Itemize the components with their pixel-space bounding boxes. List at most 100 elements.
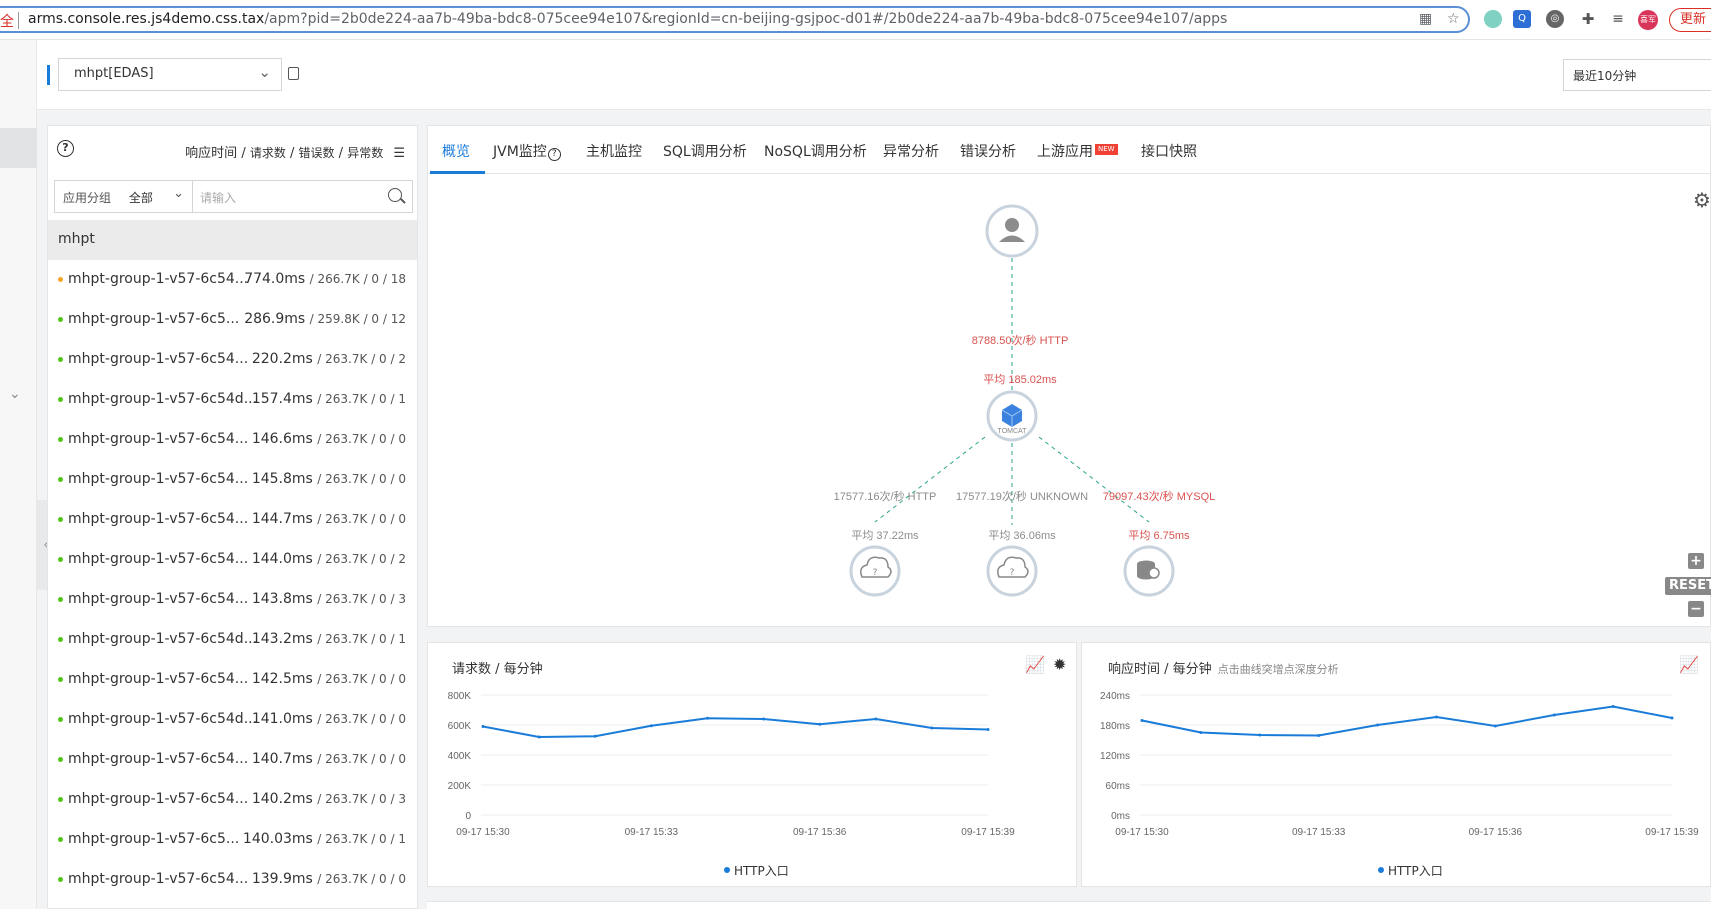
tab-overview[interactable]: 概览 [442,141,470,161]
extension-search-icon[interactable]: Q [1513,10,1531,28]
app-name: mhpt-group-1-v57-6c54... [68,871,249,887]
data-point [1670,716,1674,720]
app-selector[interactable]: mhpt[EDAS] ⌄ [58,58,282,91]
tab-errors[interactable]: 错误分析 [960,141,1016,161]
sidebar-active-item[interactable] [0,128,37,168]
app-name: mhpt-group-1-v57-6c54d... [68,711,258,727]
status-dot [58,757,63,762]
data-point [537,735,541,739]
requests-line-chart[interactable]: 800K 600K 400K 200K 0 09-17 15:30 09-17 15:33 0… [428,643,1078,888]
app-group-header[interactable]: mhpt [48,220,417,260]
app-name: mhpt-group-1-v57-6c54d... [68,631,258,647]
group-filter-label: 应用分组 [63,191,112,205]
y-tick-label: 120ms [1100,751,1130,762]
data-point [930,726,934,730]
data-point [818,722,822,726]
list-item[interactable]: mhpt-group-1-v57-6c54... 143.8ms / 263.7K… [48,580,417,620]
requests-chart-panel: 请求数 / 每分钟 📈 ✹ 800K 600K 400K 200K 0 09-17 15:… [427,642,1077,887]
y-tick-label: 600K [448,721,472,732]
x-tick-label: 09-17 15:39 [961,827,1015,838]
copy-icon[interactable] [288,67,299,80]
list-item[interactable]: mhpt-group-1-v57-6c54... 142.5ms / 263.7K… [48,660,417,700]
tab-snapshot[interactable]: 接口快照 [1141,141,1197,161]
url-field[interactable]: 全 arms.console.res.js4demo.css.tax/apm?p… [0,6,1470,33]
profile-avatar[interactable]: 喜军 [1638,10,1658,30]
list-item[interactable]: mhpt-group-1-v57-6c54... 144.7ms / 263.7K… [48,500,417,540]
zoom-in-button[interactable]: + [1688,553,1704,569]
sort-requests[interactable]: 请求数 [250,146,286,160]
group-filter-select[interactable]: 应用分组 全部 ⌄ [55,181,193,212]
list-item[interactable]: mhpt-group-1-v57-6c54... 140.2ms / 263.7K… [48,780,417,820]
url-text[interactable]: arms.console.res.js4demo.css.tax/apm?pid… [28,11,1227,27]
list-item[interactable]: mhpt-group-1-v57-6c5... 286.9ms / 259.8K … [48,300,417,340]
chart-legend[interactable]: HTTP入口 [724,862,789,879]
chevron-down-icon[interactable]: ⌄ [9,386,21,402]
list-item[interactable]: mhpt-group-1-v57-6c54... 140.7ms / 263.7K… [48,740,417,780]
time-range-selector[interactable]: 最近10分钟 [1563,59,1711,91]
sort-list-icon[interactable]: ☰ [393,146,405,161]
help-icon: ? [547,148,561,161]
sort-response-time[interactable]: 响应时间 [185,146,237,161]
status-dot [58,877,63,882]
data-point [1493,724,1497,728]
status-dot [58,437,63,442]
y-tick-label: 400K [448,751,472,762]
app-name: mhpt-group-1-v57-6c54... [68,671,249,687]
tab-host[interactable]: 主机监控 [586,141,642,161]
user-node[interactable] [985,204,1039,258]
list-item[interactable]: mhpt-group-1-v57-6c54d... 143.2ms / 263.7… [48,620,417,660]
tab-jvm[interactable]: JVM监控? [493,141,561,161]
edge-http-avg: 平均 37.22ms [851,529,919,542]
reset-button[interactable]: RESET [1665,577,1711,595]
list-item[interactable]: mhpt-group-1-v57-6c54d... 141.0ms / 263.7… [48,700,417,740]
status-dot [58,317,63,322]
y-tick-label: 60ms [1106,781,1130,792]
tomcat-node[interactable]: TOMCAT [986,390,1038,442]
search-input[interactable]: 请输入 [200,189,236,206]
tab-exceptions[interactable]: 异常分析 [883,141,939,161]
extension-circle-icon[interactable] [1484,10,1502,28]
help-icon[interactable]: ? [57,140,74,157]
mysql-downstream-node[interactable] [1123,545,1175,597]
response-time-line-chart[interactable]: 240ms 180ms 120ms 60ms 0ms 09-17 15:30 09-17 1… [1082,643,1711,888]
list-item[interactable]: mhpt-group-1-v57-6c54d... 157.4ms / 263.7… [48,380,417,420]
app-metrics: 144.0ms / 263.7K / 0 / 2 [251,551,406,567]
gear-icon[interactable]: ⚙ [1693,188,1711,212]
chevron-down-icon: ⌄ [173,186,184,201]
app-metrics: 143.2ms / 263.7K / 0 / 1 [251,631,406,647]
list-item[interactable]: mhpt-group-1-v57-6c54... 774.0ms / 266.7K… [48,260,417,300]
sort-errors[interactable]: 错误数 [299,146,335,160]
series-line [1141,705,1673,737]
tab-upstream[interactable]: 上游应用 NEW [1037,141,1118,161]
list-item[interactable]: mhpt-group-1-v57-6c54... 145.8ms / 263.7K… [48,460,417,500]
extensions-puzzle-icon[interactable]: ✚ [1579,10,1597,28]
app-name: mhpt-group-1-v57-6c54... [68,351,249,367]
sort-exceptions[interactable]: 异常数 [347,146,383,160]
tab-sql[interactable]: SQL调用分析 [663,141,747,161]
bookmark-star-icon[interactable]: ☆ [1447,11,1460,27]
app-metrics: 140.2ms / 263.7K / 0 / 3 [251,791,406,807]
unknown-downstream-node[interactable]: ? [986,545,1038,597]
x-tick-label: 09-17 15:36 [1469,827,1523,838]
list-item[interactable]: mhpt-group-1-v57-6c54... 220.2ms / 263.7K… [48,340,417,380]
app-metrics: 220.2ms / 263.7K / 0 / 2 [251,351,406,367]
metrics-sort-header[interactable]: 响应时间 / 请求数 / 错误数 / 异常数 ☰ [185,142,405,161]
tab-nosql[interactable]: NoSQL调用分析 [764,141,867,161]
http-downstream-node[interactable]: ? [849,545,901,597]
list-item[interactable]: mhpt-group-1-v57-6c54... 144.0ms / 263.7K… [48,540,417,580]
list-item[interactable]: mhpt-group-1-v57-6c54... 139.9ms / 263.7K… [48,860,417,900]
extension-globe-icon[interactable]: ◎ [1546,10,1564,28]
qr-code-icon[interactable]: ▦ [1419,11,1432,27]
list-item[interactable]: mhpt-group-1-v57-6c5... 140.03ms / 263.7K… [48,820,417,860]
update-button[interactable]: 更新 [1669,8,1711,32]
chart-legend[interactable]: HTTP入口 [1378,862,1443,879]
search-icon[interactable] [388,188,402,202]
zoom-out-button[interactable]: − [1688,601,1704,617]
edge-unknown-rate: 17577.19次/秒 UNKNOWN [956,489,1088,503]
x-tick-label: 09-17 15:30 [456,827,510,838]
list-item[interactable]: mhpt-group-1-v57-6c54... 146.6ms / 263.7K… [48,420,417,460]
app-selector-value: mhpt[EDAS] [74,66,154,81]
media-queue-icon[interactable]: ≡ [1609,10,1627,28]
app-metrics: 141.0ms / 263.7K / 0 / 0 [251,711,406,727]
chevron-down-icon: ⌄ [258,63,271,81]
